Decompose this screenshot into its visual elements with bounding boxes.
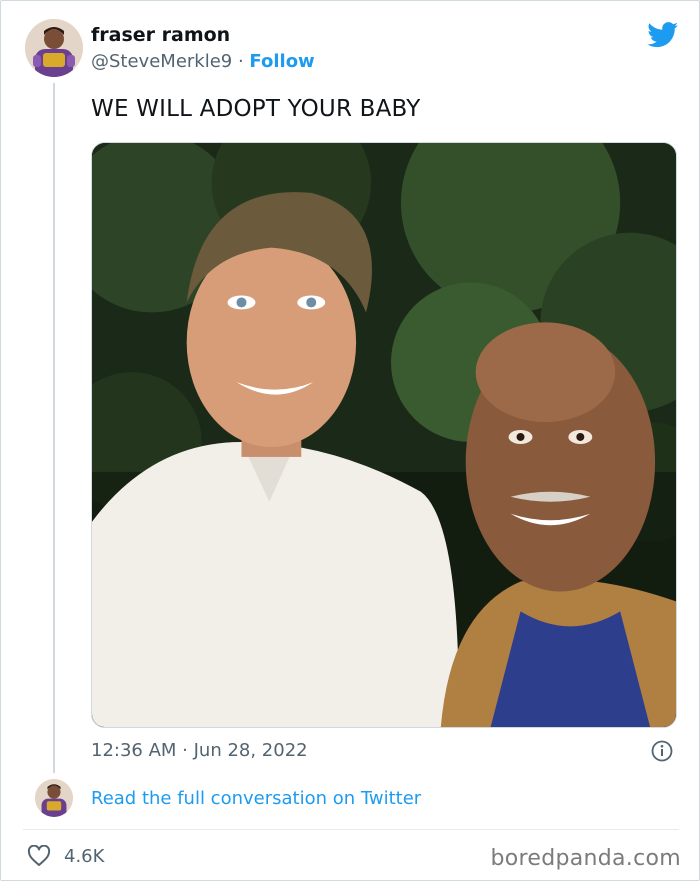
photo-image: [92, 143, 676, 727]
follow-button[interactable]: Follow: [249, 51, 314, 72]
author-name[interactable]: fraser ramon: [91, 24, 230, 46]
tweet-card: fraser ramon @SteveMerkle9 · Follow WE W…: [0, 0, 700, 881]
avatar-image-small: [35, 779, 73, 817]
tweet-text: WE WILL ADOPT YOUR BABY: [91, 96, 421, 122]
read-conversation-link[interactable]: Read the full conversation on Twitter: [91, 788, 421, 809]
meta-separator: ·: [232, 51, 250, 72]
tweet-photo[interactable]: [91, 142, 677, 728]
divider: [23, 829, 679, 830]
twitter-bird-icon[interactable]: [647, 22, 679, 48]
heart-icon[interactable]: [27, 845, 51, 867]
thread-line: [53, 83, 55, 773]
author-meta: @SteveMerkle9 · Follow: [91, 51, 315, 72]
author-avatar[interactable]: [25, 19, 83, 77]
author-handle[interactable]: @SteveMerkle9: [91, 51, 232, 72]
avatar-image: [25, 19, 83, 77]
reply-avatar[interactable]: [35, 779, 73, 817]
like-count: 4.6K: [64, 846, 105, 867]
tweet-timestamp[interactable]: 12:36 AM · Jun 28, 2022: [91, 740, 308, 761]
info-icon[interactable]: [651, 740, 673, 762]
watermark: boredpanda.com: [490, 846, 681, 871]
